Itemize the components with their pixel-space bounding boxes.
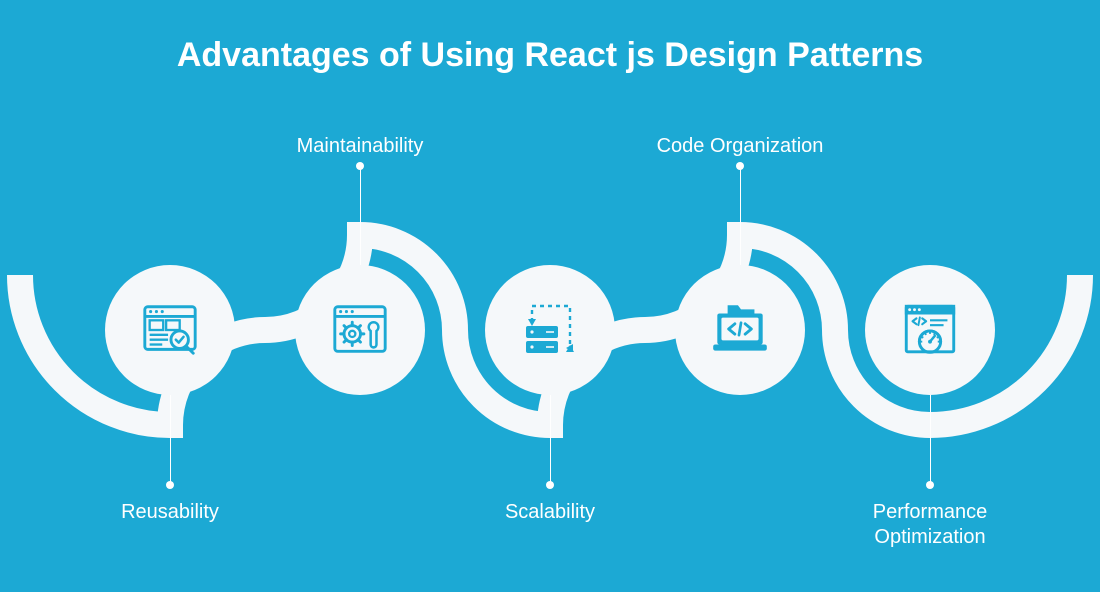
advantage-label: Code Organization [620, 134, 860, 159]
advantage-label: Reusability [50, 500, 290, 525]
advantage-node [485, 265, 615, 395]
connector-line [550, 395, 551, 485]
advantage-node [105, 265, 235, 395]
gauge-window-icon [899, 299, 961, 361]
gear-wrench-window-icon [329, 299, 391, 361]
connector-dot [166, 481, 174, 489]
code-folder-laptop-icon [707, 297, 773, 363]
connector-line [740, 166, 741, 265]
advantage-node [295, 265, 425, 395]
connector-dot [356, 162, 364, 170]
connector-dot [736, 162, 744, 170]
browser-inspect-icon [139, 299, 201, 361]
advantage-node [675, 265, 805, 395]
advantage-label: Scalability [430, 500, 670, 525]
advantage-node [865, 265, 995, 395]
connector-line [360, 166, 361, 265]
connector-dot [546, 481, 554, 489]
connector-dot [926, 481, 934, 489]
connector-line [170, 395, 171, 485]
advantage-label: Performance Optimization [810, 500, 1050, 550]
connector-line [930, 395, 931, 485]
advantage-label: Maintainability [240, 134, 480, 159]
servers-expand-icon [518, 298, 582, 362]
